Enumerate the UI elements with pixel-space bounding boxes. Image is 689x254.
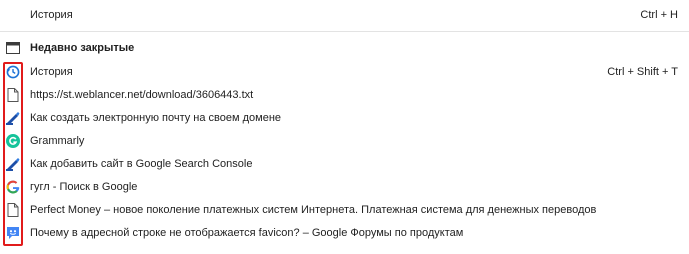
- recent-item-label: гугл - Поиск в Google: [30, 181, 138, 193]
- google-forum-icon: [5, 225, 21, 241]
- recent-item[interactable]: Как создать электронную почту на своем д…: [0, 107, 689, 129]
- blank-page-icon: [5, 87, 21, 103]
- menu-divider: [0, 31, 689, 32]
- recent-item-label: Как создать электронную почту на своем д…: [30, 112, 282, 124]
- menu-item-history-shortcut: Ctrl + H: [640, 9, 678, 21]
- recent-item-label: Grammarly: [30, 135, 85, 147]
- menu-item-history-label: История: [30, 9, 73, 21]
- recent-item-label: История: [30, 66, 73, 78]
- blank-page-icon: [5, 202, 21, 218]
- recent-item[interactable]: гугл - Поиск в Google: [0, 176, 689, 198]
- google-g-icon: [5, 179, 21, 195]
- recent-item-label: Почему в адресной строке не отображается…: [30, 227, 464, 239]
- menu-item-history[interactable]: История Ctrl + H: [0, 4, 689, 26]
- recent-item[interactable]: Как добавить сайт в Google Search Consol…: [0, 153, 689, 175]
- recent-item[interactable]: Perfect Money – новое поколение платежны…: [0, 199, 689, 221]
- recent-item-label: Как добавить сайт в Google Search Consol…: [30, 158, 253, 170]
- history-clock-icon: [5, 64, 21, 80]
- grammarly-icon: [5, 133, 21, 149]
- pen-favicon-icon: [5, 156, 21, 172]
- recent-item-label: Perfect Money – новое поколение платежны…: [30, 204, 597, 216]
- recently-closed-title: Недавно закрытые: [30, 42, 135, 54]
- recent-item-shortcut: Ctrl + Shift + T: [607, 66, 678, 78]
- pen-favicon-icon: [5, 110, 21, 126]
- recently-closed-header: Недавно закрытые: [0, 37, 689, 59]
- recent-item[interactable]: Почему в адресной строке не отображается…: [0, 222, 689, 244]
- recent-item[interactable]: Grammarly: [0, 130, 689, 152]
- recent-item[interactable]: https://st.weblancer.net/download/360644…: [0, 84, 689, 106]
- recent-item-label: https://st.weblancer.net/download/360644…: [30, 89, 254, 101]
- recent-item[interactable]: История Ctrl + Shift + T: [0, 61, 689, 83]
- tab-window-icon: [5, 40, 21, 56]
